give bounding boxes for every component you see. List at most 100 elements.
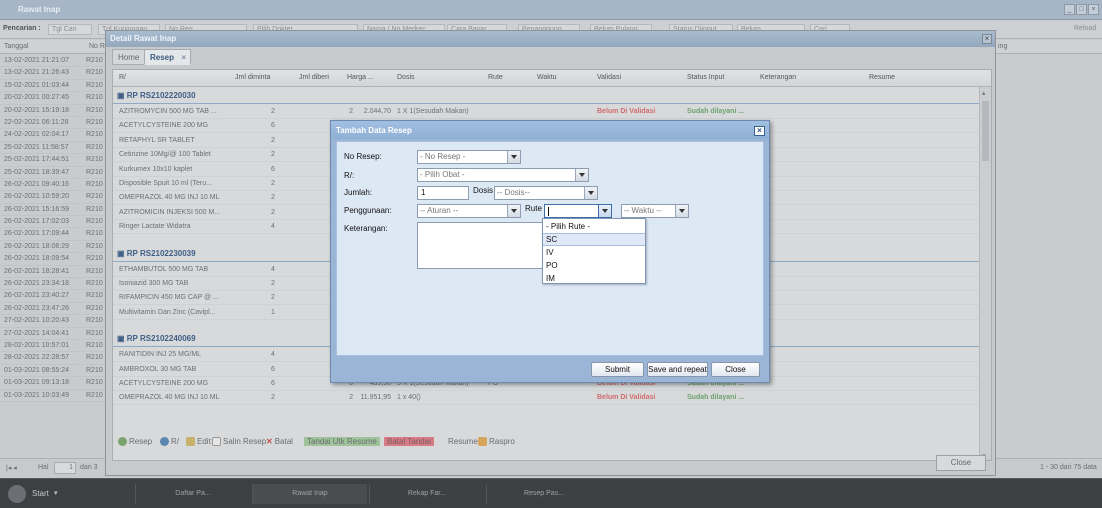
table-row[interactable]: 26-02-2021 23:47:26 R210: [0, 303, 105, 316]
batal-tandai-button[interactable]: Batal Tandai: [384, 437, 434, 446]
search-label: Pencarian :: [3, 25, 41, 32]
chevron-down-icon[interactable]: [507, 205, 520, 217]
chevron-down-icon[interactable]: [598, 205, 611, 217]
tab-home[interactable]: Home: [112, 49, 146, 65]
table-row[interactable]: 13-02-2021 21:26:43 R210: [0, 67, 105, 80]
no-resep-select[interactable]: - No Resep -: [417, 150, 521, 164]
row-date: 24-02-2021 02:04:17: [4, 131, 69, 139]
table-row[interactable]: 26-02-2021 18:06:29 R210: [0, 241, 105, 254]
no-resep-label: No Resep:: [344, 152, 382, 161]
table-row[interactable]: 27-02-2021 14:04:41 R210: [0, 328, 105, 340]
table-row[interactable]: 28-02-2021 22:28:57 R210: [0, 352, 105, 365]
table-row[interactable]: 25-02-2021 18:39:47 R210: [0, 167, 105, 179]
close-icon[interactable]: ×: [754, 126, 765, 136]
table-row[interactable]: 26-02-2021 23:40:27 R210: [0, 290, 105, 303]
row-date: 26-02-2021 10:59:20: [4, 193, 69, 201]
dialog-close-button[interactable]: Close: [711, 362, 760, 377]
detail-close-button[interactable]: Close: [936, 455, 986, 471]
table-row[interactable]: 01-03-2021 08:55:24 R210: [0, 365, 105, 378]
maximize-icon[interactable]: □: [1076, 4, 1087, 15]
resume-button[interactable]: Resume: [448, 437, 478, 446]
table-row[interactable]: 20-02-2021 15:19:18 R210: [0, 105, 105, 117]
chevron-down-icon[interactable]: [675, 205, 688, 217]
bg-grid-rows: 13-02-2021 21:21:07 R210 13-02-2021 21:26:…: [0, 55, 105, 402]
close-icon[interactable]: ×: [1088, 4, 1099, 15]
table-row[interactable]: 25-02-2021 17:44:51 R210: [0, 154, 105, 167]
table-row[interactable]: 26-02-2021 10:59:20 R210: [0, 191, 105, 204]
tab-close-icon[interactable]: ×: [181, 50, 186, 65]
table-row[interactable]: 26-02-2021 23:34:18 R210: [0, 278, 105, 291]
table-row[interactable]: 26-02-2021 18:09:54 R210: [0, 253, 105, 266]
table-row[interactable]: 26-02-2021 15:16:59 R210: [0, 204, 105, 217]
table-row[interactable]: 25-02-2021 11:58:57 R210: [0, 142, 105, 155]
chevron-down-icon[interactable]: [575, 169, 588, 181]
rute-select[interactable]: [544, 204, 612, 218]
table-row[interactable]: 26-02-2021 17:02:03 R210: [0, 216, 105, 229]
task-rekap-farmasi[interactable]: Rekap Far...: [369, 484, 484, 504]
reload-button[interactable]: Reload: [1074, 25, 1096, 32]
table-row[interactable]: 28-02-2021 10:57:01 R210: [0, 340, 105, 353]
table-row[interactable]: 26-02-2021 18:28:41 R210: [0, 266, 105, 279]
rute-option-po[interactable]: PO: [543, 259, 645, 272]
add-r-button[interactable]: R/: [160, 437, 179, 446]
table-row[interactable]: 26-02-2021 09:40:16 R210: [0, 179, 105, 192]
task-daftar-pasien[interactable]: Daftar Pa...: [135, 484, 250, 504]
batal-button[interactable]: ✕ Batal: [266, 437, 293, 446]
start-button[interactable]: Start: [32, 489, 49, 498]
task-resep-pasien[interactable]: Resep Pas...: [486, 484, 601, 504]
table-row[interactable]: 01-03-2021 09:13:18 R210: [0, 377, 105, 390]
jumlah-input[interactable]: 1: [417, 186, 469, 200]
resep-grid-header: R/ Jml diminta Jml diberi Harga ... Dosi…: [113, 70, 991, 87]
table-row[interactable]: 22-02-2021 06:11:28 R210: [0, 117, 105, 130]
row-no-reg: R210: [86, 193, 103, 201]
table-row[interactable]: 26-02-2021 17:09:44 R210: [0, 228, 105, 241]
keterangan-textarea[interactable]: [417, 222, 547, 269]
raspro-button[interactable]: Raspro: [478, 437, 515, 446]
column-status-input: Status Input: [687, 74, 725, 81]
table-row[interactable]: 20-02-2021 00:27:45 R210: [0, 92, 105, 105]
table-row[interactable]: 13-02-2021 21:21:07 R210: [0, 55, 105, 68]
row-no-reg: R210: [86, 94, 103, 102]
edit-button[interactable]: Edit: [186, 437, 211, 446]
rute-option-placeholder[interactable]: - Pilih Rute -: [543, 220, 645, 233]
row-obat: RANITIDIN INJ 25 MG/ML: [119, 351, 202, 359]
scroll-up-icon[interactable]: ▴: [982, 89, 986, 97]
rute-option-iv[interactable]: IV: [543, 246, 645, 259]
search-input[interactable]: Tgl Cari: [48, 24, 92, 35]
chevron-down-icon[interactable]: [507, 151, 520, 163]
waktu-select[interactable]: -- Waktu --: [621, 204, 689, 218]
scroll-thumb[interactable]: [982, 101, 989, 161]
tab-resep[interactable]: Resep ×: [144, 49, 192, 65]
submit-button[interactable]: Submit: [591, 362, 644, 377]
grid-scrollbar[interactable]: ▴ ▾: [979, 87, 991, 460]
aturan-select[interactable]: -- Aturan --: [417, 204, 521, 218]
table-row[interactable]: 24-02-2021 02:04:17 R210: [0, 129, 105, 142]
column-dosis: Dosis: [397, 74, 415, 81]
resep-group-header[interactable]: ▣ RP RS2102220030: [113, 87, 981, 104]
save-and-repeat-button[interactable]: Save and repeat: [647, 362, 708, 377]
row-date: 01-03-2021 09:13:18: [4, 379, 69, 387]
tandai-resume-button[interactable]: Tandai Utk Resume: [304, 437, 380, 446]
first-page-icon[interactable]: |◂ ◂: [6, 464, 17, 472]
chevron-down-icon[interactable]: [584, 187, 597, 199]
add-resep-button[interactable]: Resep: [118, 437, 152, 446]
close-icon[interactable]: ×: [982, 34, 992, 44]
page-input[interactable]: 1: [54, 462, 76, 474]
table-row[interactable]: OMEPRAZOL 40 MG INJ 10 ML 2 2 11.951,95 1 x …: [113, 391, 981, 406]
row-date: 27-02-2021 14:04:41: [4, 329, 69, 337]
rute-option-im[interactable]: IM: [543, 272, 645, 285]
salin-resep-button[interactable]: Salin Resep: [212, 437, 266, 446]
table-row[interactable]: AZITROMYCIN 500 MG TAB ... 2 2 2.044,70 1 X …: [113, 105, 981, 119]
table-row[interactable]: 15-02-2021 01:03:44 R210: [0, 80, 105, 93]
group-label: ▣ RP RS2102240069: [117, 334, 196, 344]
row-date: 26-02-2021 17:02:03: [4, 218, 69, 226]
text-caret: [548, 207, 549, 216]
dosis-select[interactable]: -- Dosis--: [494, 186, 598, 200]
rute-option-sc[interactable]: SC: [543, 233, 645, 246]
obat-select[interactable]: - Pilih Obat -: [417, 168, 589, 182]
task-rawat-inap[interactable]: Rawat Inap: [252, 484, 367, 504]
table-row[interactable]: 27-02-2021 10:20:43 R210: [0, 315, 105, 328]
row-no-reg: R210: [86, 391, 103, 399]
table-row[interactable]: 01-03-2021 10:03:49 R210: [0, 390, 105, 402]
minimize-icon[interactable]: _: [1064, 4, 1075, 15]
